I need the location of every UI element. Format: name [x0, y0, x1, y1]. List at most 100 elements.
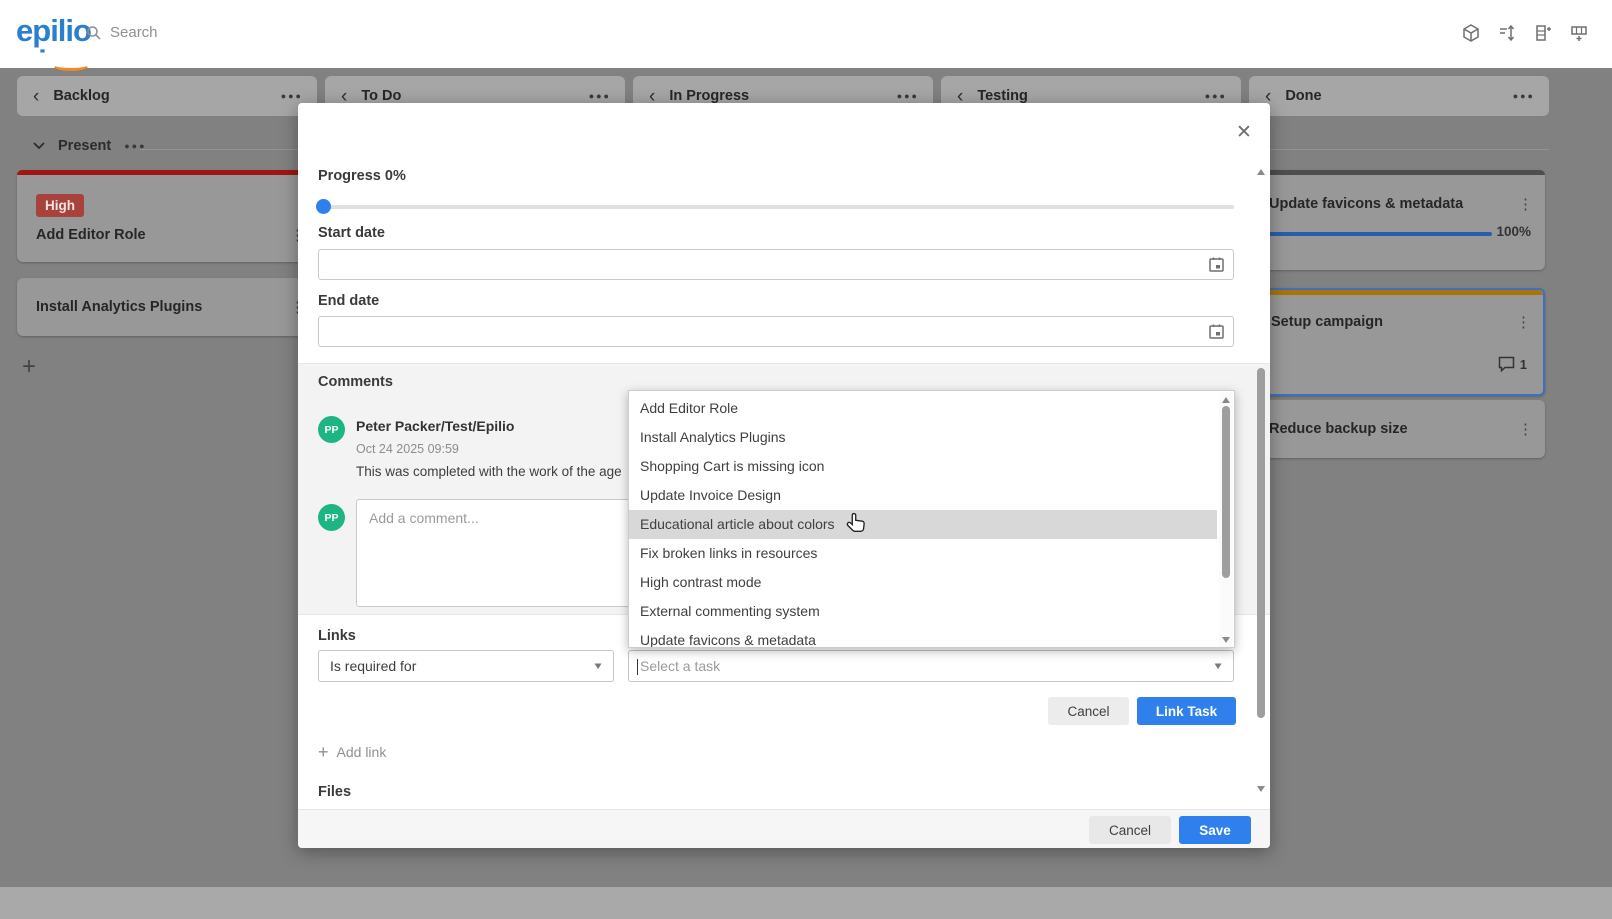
card-menu-icon[interactable]: ⋮	[1516, 315, 1531, 330]
scroll-down-icon[interactable]	[1257, 786, 1265, 792]
search-input[interactable]: Search	[86, 24, 158, 41]
app-logo[interactable]: ep̣ilio	[16, 13, 91, 49]
link-task-button[interactable]: Link Task	[1137, 697, 1236, 725]
priority-accent	[17, 170, 317, 175]
comment-input-placeholder: Add a comment...	[369, 510, 479, 526]
task-combobox-placeholder: Select a task	[640, 658, 720, 674]
card-title: Setup campaign	[1271, 314, 1383, 330]
card-progress-bar	[1255, 232, 1492, 236]
column-title: Testing	[977, 88, 1027, 104]
chevron-down-icon: ▼	[1212, 660, 1224, 671]
column-menu-icon[interactable]: ●●●	[1513, 91, 1535, 101]
sort-icon[interactable]	[1496, 22, 1518, 44]
files-title: Files	[318, 784, 351, 800]
end-date-input[interactable]	[318, 316, 1234, 347]
add-link-button[interactable]: + Add link	[318, 743, 386, 761]
search-placeholder: Search	[110, 24, 158, 41]
scroll-up-icon[interactable]	[1222, 397, 1230, 403]
chevron-left-icon[interactable]: ‹	[33, 87, 39, 106]
calendar-icon[interactable]	[1208, 256, 1225, 273]
priority-badge: High	[36, 194, 84, 217]
dropdown-item[interactable]: Shopping Cart is missing icon	[629, 452, 1217, 481]
add-table-icon[interactable]	[1568, 22, 1590, 44]
task-card-reduce-backup[interactable]: Reduce backup size ⋮	[1249, 400, 1545, 458]
column-menu-icon[interactable]: ●●●	[281, 91, 303, 101]
dropdown-item[interactable]: Update Invoice Design	[629, 481, 1217, 510]
scroll-down-icon[interactable]	[1222, 637, 1230, 643]
column-header-done[interactable]: ‹ Done ●●●	[1249, 76, 1549, 116]
card-title: Update favicons & metadata	[1269, 196, 1463, 212]
column-title: Done	[1285, 88, 1321, 104]
comment-icon	[1498, 356, 1515, 372]
add-column-icon[interactable]	[1532, 22, 1554, 44]
calendar-icon[interactable]	[1208, 323, 1225, 340]
progress-slider-thumb[interactable]	[316, 199, 331, 214]
chevron-down-icon: ▼	[592, 660, 604, 671]
group-label: Present	[58, 138, 111, 154]
modal-scrollbar-thumb[interactable]	[1257, 368, 1265, 718]
progress-slider-track[interactable]	[318, 205, 1234, 209]
task-card-update-favicons[interactable]: Update favicons & metadata ⋮ 100%	[1249, 170, 1545, 270]
text-caret	[637, 659, 638, 675]
link-relation-value: Is required for	[330, 658, 416, 674]
dropdown-item[interactable]: External commenting system	[629, 597, 1217, 626]
comment-count: 1	[1520, 357, 1527, 372]
column-header-backlog[interactable]: ‹ Backlog ●●●	[17, 76, 317, 116]
dropdown-item[interactable]: Update favicons & metadata	[629, 626, 1217, 648]
dropdown-item[interactable]: Add Editor Role	[629, 394, 1217, 423]
card-accent	[1249, 170, 1545, 175]
link-task-combobox[interactable]: Select a task ▼	[628, 650, 1234, 682]
column-menu-icon[interactable]: ●●●	[897, 91, 919, 101]
topbar: ep̣ilio Search	[0, 0, 1612, 68]
chevron-down-icon[interactable]	[33, 142, 45, 150]
start-date-label: Start date	[318, 225, 385, 241]
column-title: To Do	[361, 88, 401, 104]
close-icon[interactable]: ✕	[1232, 121, 1256, 145]
comment-text: This was completed with the work of the …	[356, 464, 622, 479]
search-icon	[86, 25, 102, 41]
start-date-input[interactable]	[318, 249, 1234, 280]
add-card-button[interactable]: +	[22, 355, 36, 379]
modal-scrollbar[interactable]	[1254, 165, 1268, 800]
column-menu-icon[interactable]: ●●●	[1205, 91, 1227, 101]
links-title: Links	[318, 628, 356, 644]
progress-label: Progress 0%	[318, 168, 406, 184]
task-card-setup-campaign[interactable]: Setup campaign ⋮ 1	[1249, 288, 1545, 396]
topbar-actions	[1460, 22, 1590, 44]
scroll-up-icon[interactable]	[1257, 169, 1265, 175]
add-link-label: Add link	[337, 744, 387, 760]
group-menu-icon[interactable]: ●●●	[124, 141, 146, 151]
task-card-install-analytics[interactable]: Install Analytics Plugins ⋮	[17, 278, 317, 336]
card-comment-indicator: 1	[1498, 356, 1527, 372]
card-title: Add Editor Role	[36, 227, 146, 243]
link-cancel-button[interactable]: Cancel	[1048, 697, 1129, 725]
app-screen: ‹ Backlog ●●● ‹ To Do ●●● ‹ In Progress …	[0, 0, 1612, 919]
card-accent	[1251, 290, 1543, 295]
logo-smile	[52, 59, 90, 71]
group-row-present: Present ●●●	[33, 138, 147, 154]
dropdown-item[interactable]: High contrast mode	[629, 568, 1217, 597]
comment-timestamp: Oct 24 2025 09:59	[356, 442, 459, 456]
avatar: PP	[318, 504, 345, 531]
dropdown-scrollbar[interactable]	[1219, 392, 1233, 648]
link-relation-select[interactable]: Is required for ▼	[318, 650, 614, 682]
task-card-add-editor-role[interactable]: High Add Editor Role ⋮	[17, 170, 317, 262]
task-dropdown: Add Editor Role Install Analytics Plugin…	[628, 390, 1235, 648]
end-date-label: End date	[318, 293, 379, 309]
card-menu-icon[interactable]: ⋮	[1518, 422, 1533, 437]
comment-author: Peter Packer/Test/Epilio	[356, 418, 514, 434]
cancel-button[interactable]: Cancel	[1089, 816, 1171, 844]
dropdown-item-highlighted[interactable]: Educational article about colors	[629, 510, 1217, 539]
card-title: Install Analytics Plugins	[36, 299, 202, 315]
modal-footer: Cancel Save	[298, 809, 1270, 848]
save-button[interactable]: Save	[1179, 816, 1251, 844]
card-menu-icon[interactable]: ⋮	[1518, 197, 1533, 212]
dropdown-scrollbar-thumb[interactable]	[1222, 406, 1230, 578]
card-title: Reduce backup size	[1269, 421, 1408, 437]
dropdown-item[interactable]: Fix broken links in resources	[629, 539, 1217, 568]
dropdown-item[interactable]: Install Analytics Plugins	[629, 423, 1217, 452]
avatar: PP	[318, 416, 345, 443]
column-menu-icon[interactable]: ●●●	[589, 91, 611, 101]
plus-icon: +	[318, 743, 329, 761]
package-icon[interactable]	[1460, 22, 1482, 44]
